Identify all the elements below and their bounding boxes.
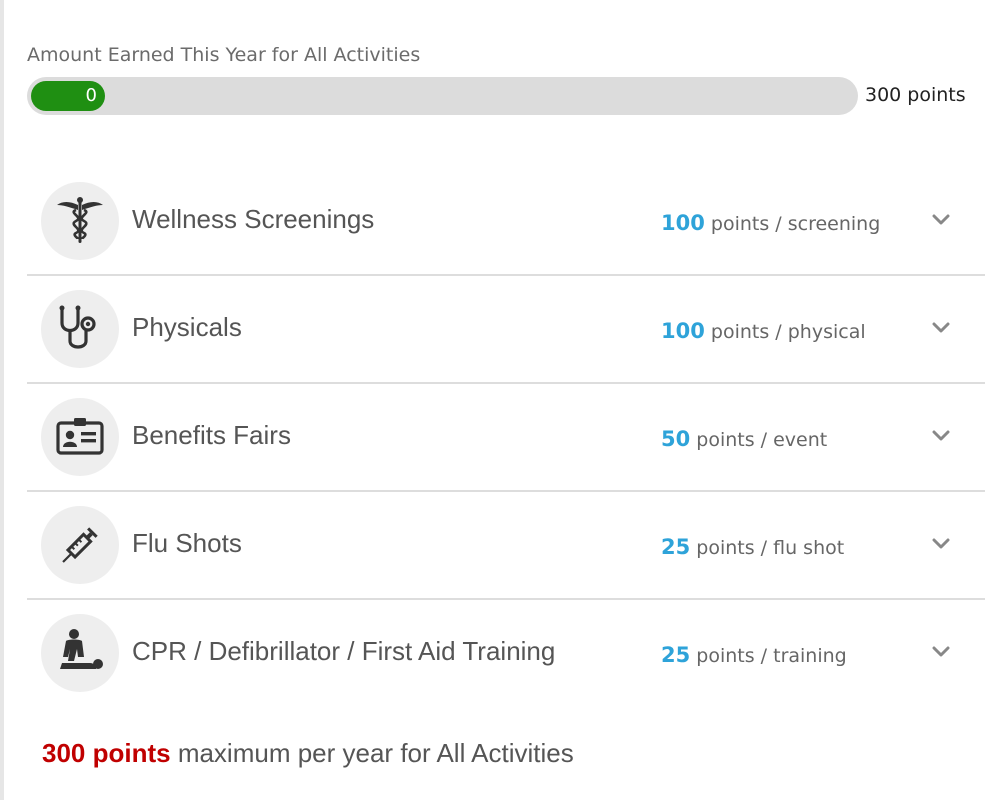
activity-name: Wellness Screenings	[132, 204, 375, 234]
activity-name: CPR / Defibrillator / First Aid Training	[132, 636, 556, 666]
activity-row-physicals[interactable]: Physicals 100 points / physical	[27, 276, 985, 384]
points-unit: points / screening	[710, 213, 881, 235]
points-unit: points / physical	[710, 321, 866, 343]
id-badge-icon	[41, 398, 119, 476]
page: Amount Earned This Year for All Activiti…	[0, 0, 1000, 800]
activity-row-wellness-screenings[interactable]: Wellness Screenings 100 points / screeni…	[27, 168, 985, 276]
stethoscope-icon	[41, 290, 119, 368]
activity-row-benefits-fairs[interactable]: Benefits Fairs 50 points / event	[27, 384, 985, 492]
points-value: 25	[661, 535, 691, 559]
footer-note-text: maximum per year for All Activities	[170, 738, 574, 768]
points-value: 100	[661, 319, 705, 343]
activity-row-flu-shots[interactable]: Flu Shots 25 points / flu shot	[27, 492, 985, 600]
syringe-icon	[41, 506, 119, 584]
progress-fill: 0	[31, 81, 105, 111]
footer-note: 300 points maximum per year for All Acti…	[42, 738, 574, 769]
points-unit: points / event	[696, 429, 828, 451]
activity-name: Flu Shots	[132, 528, 242, 558]
chevron-down-icon[interactable]	[927, 530, 955, 558]
activity-list: Wellness Screenings 100 points / screeni…	[27, 168, 985, 708]
progress-title: Amount Earned This Year for All Activiti…	[27, 44, 421, 66]
progress-value: 0	[85, 85, 97, 106]
points-value: 100	[661, 211, 705, 235]
activity-name: Physicals	[132, 312, 242, 342]
chevron-down-icon[interactable]	[927, 206, 955, 234]
points-value: 25	[661, 643, 691, 667]
activity-row-cpr-training[interactable]: CPR / Defibrillator / First Aid Training…	[27, 600, 985, 708]
activity-points: 25 points / training	[661, 643, 847, 667]
activity-name: Benefits Fairs	[132, 420, 291, 450]
points-unit: points / training	[696, 645, 847, 667]
chevron-down-icon[interactable]	[927, 638, 955, 666]
points-value: 50	[661, 427, 691, 451]
caduceus-icon	[41, 182, 119, 260]
points-unit: points / flu shot	[696, 537, 845, 559]
activity-points: 25 points / flu shot	[661, 535, 844, 559]
chevron-down-icon[interactable]	[927, 314, 955, 342]
footer-max-points: 300 points	[42, 738, 171, 768]
chevron-down-icon[interactable]	[927, 422, 955, 450]
progress-max-label: 300 points	[865, 84, 966, 106]
activity-points: 100 points / physical	[661, 319, 866, 343]
progress-bar: 0	[27, 77, 858, 115]
cpr-icon	[41, 614, 119, 692]
activity-points: 100 points / screening	[661, 211, 880, 235]
activity-points: 50 points / event	[661, 427, 827, 451]
